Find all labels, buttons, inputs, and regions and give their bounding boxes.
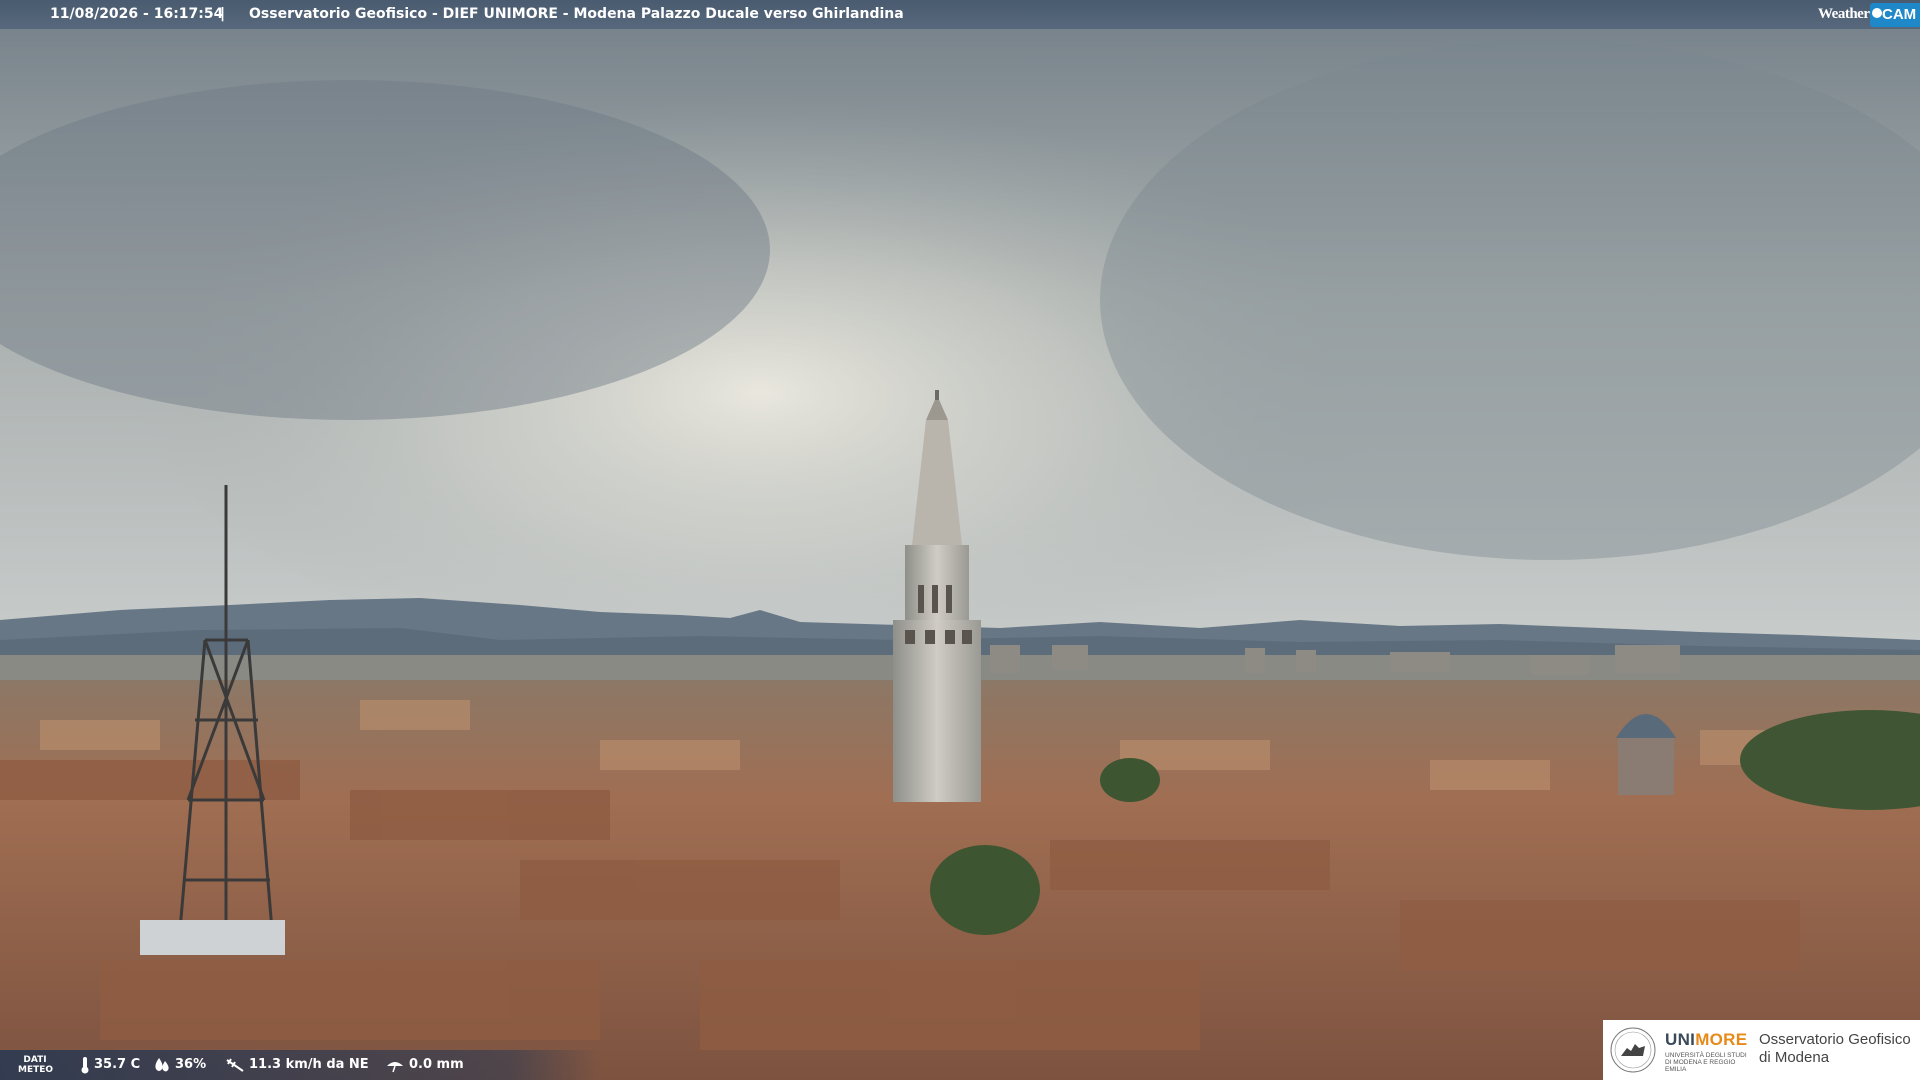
separator: | [220,6,226,22]
rain-icon [387,1061,403,1072]
camera-title: Osservatorio Geofisico - DIEF UNIMORE - … [249,6,904,22]
meteo-label: DATI METEO [18,1055,54,1075]
weathercam-badge: CAM [1870,3,1920,27]
wind-reading: 11.3 km/h da NE [225,1050,369,1080]
top-info-bar: 11/08/2026 - 16:17:54 | Osservatorio Geo… [0,0,1920,29]
humidity-reading: 36% [153,1050,206,1080]
unimore-logo: UNIMORE UNIVERSITÀ DEGLI STUDI DI MODENA… [1603,1020,1920,1080]
observatory-name: Osservatorio Geofisico di Modena [1759,1031,1911,1066]
thermometer-icon [81,1056,89,1073]
weathercam-logo: Weather CAM [1818,0,1920,29]
church-base [1618,735,1674,795]
university-subtitle: UNIVERSITÀ DEGLI STUDI DI MODENA E REGGI… [1665,1052,1747,1073]
timestamp: 11/08/2026 - 16:17:54 [50,6,224,22]
temperature-reading: 35.7 C [80,1050,140,1080]
lens-dot-icon [1872,8,1882,18]
rain-reading: 0.0 mm [385,1050,464,1080]
webcam-scene [0,0,1920,1080]
humidity-drop-icon [155,1057,169,1071]
meteo-data-bar: DATI METEO 35.7 C 36% 11.3 km/h da NE 0.… [0,1050,600,1080]
unimore-wordmark: UNIMORE [1665,1030,1748,1049]
university-seal-icon [1610,1027,1656,1073]
antenna-base [140,920,285,955]
wind-icon [226,1057,244,1072]
